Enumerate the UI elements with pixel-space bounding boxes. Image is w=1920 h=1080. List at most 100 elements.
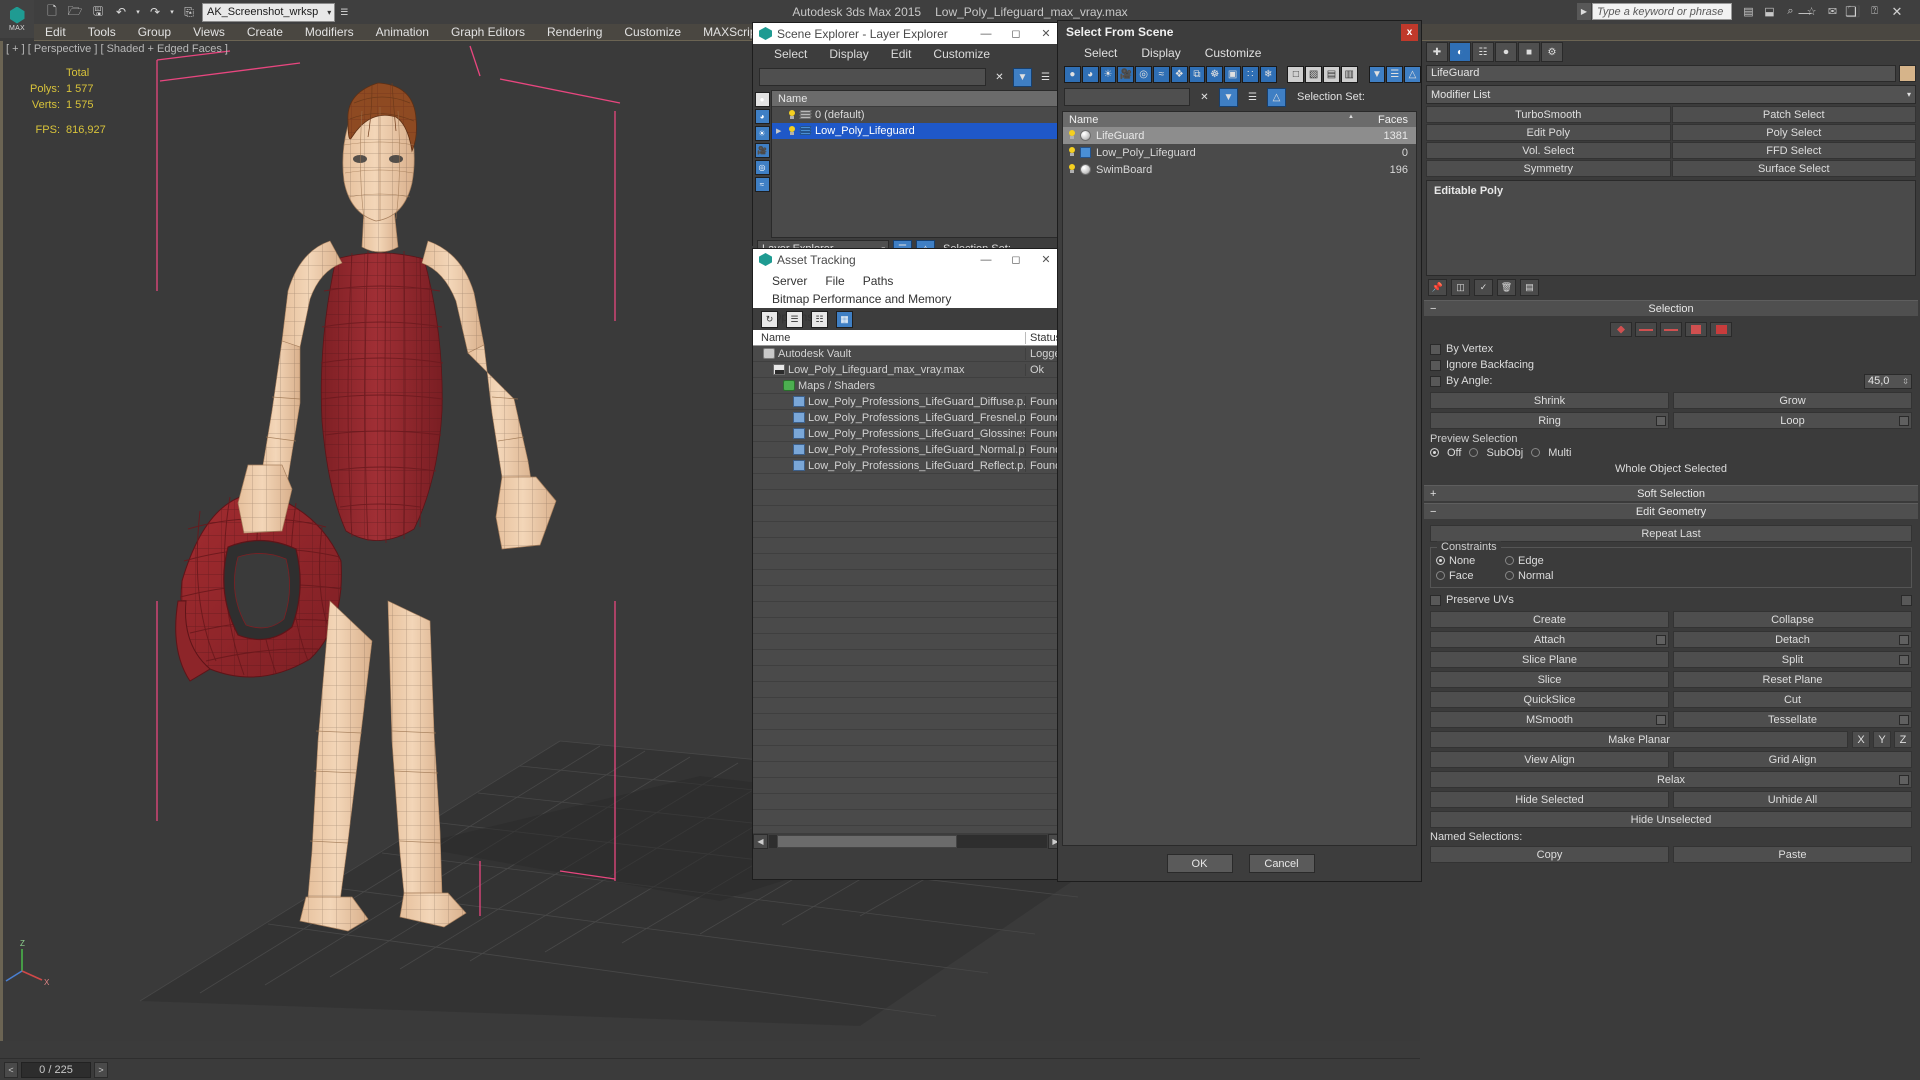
sort-icon[interactable]: ☰: [1243, 88, 1262, 107]
frame-counter-field[interactable]: 0 / 225: [21, 1061, 91, 1078]
msmooth-settings-box[interactable]: [1656, 715, 1666, 725]
object-color-swatch[interactable]: [1899, 64, 1916, 82]
redo-icon[interactable]: ↷: [145, 2, 165, 22]
undo-dropdown-icon[interactable]: ▾: [134, 2, 142, 22]
layer-row[interactable]: 0 (default): [772, 107, 1060, 123]
menu-item-modifiers[interactable]: Modifiers: [294, 24, 365, 41]
edge-icon[interactable]: [1635, 322, 1657, 337]
xrefs-filter-icon[interactable]: ⧉: [1188, 65, 1206, 83]
select-from-scene-close[interactable]: x: [1401, 23, 1418, 41]
shapes-filter-icon[interactable]: ◕: [1081, 65, 1099, 83]
asset-menu-file[interactable]: File: [816, 272, 853, 290]
modifier-button-edit-poly[interactable]: Edit Poly: [1426, 124, 1671, 141]
asset-tracking-window[interactable]: Asset Tracking — ◻ ✕ Server File PathsBitm…: [752, 248, 1062, 880]
ring-spinner-box[interactable]: [1656, 416, 1666, 426]
hierarchy-tab[interactable]: ☷: [1472, 42, 1494, 62]
asset-row[interactable]: Low_Poly_Professions_LifeGuard_Fresnel.p…: [753, 410, 1061, 426]
hidden-filter-icon[interactable]: □: [1287, 65, 1305, 83]
filter-icon[interactable]: ▼: [1219, 87, 1238, 107]
modifier-list-dropdown[interactable]: Modifier List: [1426, 85, 1916, 104]
motion-tab[interactable]: ⏺: [1495, 42, 1517, 62]
max-application-button[interactable]: MAX: [0, 0, 34, 38]
grid-align-button[interactable]: Grid Align: [1673, 751, 1912, 768]
modifier-button-poly-select[interactable]: Poly Select: [1671, 124, 1916, 141]
scene-explorer-menu-edit[interactable]: Edit: [880, 44, 923, 64]
quickslice-button[interactable]: QuickSlice: [1430, 691, 1669, 708]
light-bulb-icon[interactable]: [1067, 130, 1077, 141]
constraint-face-radio[interactable]: [1436, 571, 1445, 580]
helpers-filter-icon[interactable]: ◎: [754, 160, 770, 175]
display-invert-icon[interactable]: ▥: [1340, 65, 1358, 83]
bones-filter-icon[interactable]: ☸: [1206, 65, 1224, 83]
repeat-last-button[interactable]: Repeat Last: [1430, 525, 1912, 542]
create-tab[interactable]: ✚: [1426, 42, 1448, 62]
menu-item-animation[interactable]: Animation: [365, 24, 440, 41]
slice-button[interactable]: Slice: [1430, 671, 1669, 688]
preview-multi-radio[interactable]: [1531, 448, 1541, 457]
groups-filter-icon[interactable]: ❖: [1170, 65, 1188, 83]
subscription-icon[interactable]: ⬓: [1760, 2, 1779, 21]
vertex-icon[interactable]: [1610, 322, 1632, 337]
hide-unselected-button[interactable]: Hide Unselected: [1430, 811, 1912, 828]
copy-button[interactable]: Copy: [1430, 846, 1669, 863]
preserve-uvs-row[interactable]: Preserve UVs: [1430, 592, 1912, 608]
save-file-icon[interactable]: 🖫: [88, 2, 108, 22]
remove-modifier-icon[interactable]: 🗑: [1497, 278, 1516, 296]
by-vertex-checkbox[interactable]: [1430, 343, 1441, 355]
menu-item-tools[interactable]: Tools: [77, 24, 127, 41]
asset-row[interactable]: Low_Poly_Lifeguard_max_vray.max Ok: [753, 362, 1061, 378]
shapes-filter-icon[interactable]: ◕: [754, 109, 770, 124]
edit-geometry-rollout-header[interactable]: − Edit Geometry: [1424, 503, 1918, 519]
select-from-scene-table[interactable]: Name Faces LifeGuard 1381 Low_Poly_Lifegua…: [1062, 111, 1417, 846]
detach-button[interactable]: Detach: [1673, 631, 1912, 648]
sfs-menu-display[interactable]: Display: [1129, 43, 1192, 63]
soft-selection-rollout-header[interactable]: + Soft Selection: [1424, 485, 1918, 501]
grid-view-icon[interactable]: ▦: [836, 310, 853, 328]
preserve-uvs-settings-box[interactable]: [1901, 594, 1912, 606]
undo-icon[interactable]: ↶: [111, 2, 131, 22]
loop-button[interactable]: Loop: [1673, 412, 1912, 429]
view-align-button[interactable]: View Align: [1430, 751, 1669, 768]
scene-explorer-search-input[interactable]: [759, 68, 986, 86]
by-angle-row[interactable]: By Angle: 45,0: [1430, 373, 1912, 389]
menu-item-customize[interactable]: Customize: [613, 24, 692, 41]
selection-rollout-header[interactable]: − Selection: [1424, 300, 1918, 316]
asset-row[interactable]: Low_Poly_Professions_LifeGuard_Normal.p.…: [753, 442, 1061, 458]
frozen-filter-icon[interactable]: ❄: [1259, 65, 1277, 83]
search-input[interactable]: Type a keyword or phrase: [1592, 3, 1732, 20]
create-button[interactable]: Create: [1430, 611, 1669, 628]
asset-menu-paths[interactable]: Paths: [854, 272, 903, 290]
hide-selected-button[interactable]: Hide Selected: [1430, 791, 1669, 808]
scroll-left-arrow[interactable]: ◀: [753, 834, 768, 849]
layers-icon[interactable]: ☰: [1036, 68, 1055, 87]
menu-item-edit[interactable]: Edit: [34, 24, 77, 41]
spacewarps-filter-icon[interactable]: ≈: [754, 177, 770, 192]
display-all-icon[interactable]: ▤: [1323, 65, 1340, 83]
lights-filter-icon[interactable]: ☀: [754, 126, 770, 141]
make-planar-button[interactable]: Make Planar: [1430, 731, 1848, 748]
spacewarps-filter-icon[interactable]: ≈: [1152, 65, 1170, 83]
close-button[interactable]: ✕: [1874, 0, 1920, 24]
sort-icon[interactable]: ☰: [1386, 65, 1404, 83]
menu-item-graph-editors[interactable]: Graph Editors: [440, 24, 536, 41]
relax-settings-box[interactable]: [1899, 775, 1909, 785]
modify-tab[interactable]: ◐: [1449, 42, 1471, 62]
cameras-filter-icon[interactable]: 🎥: [754, 143, 770, 158]
ok-button[interactable]: OK: [1166, 854, 1233, 873]
selection-collapse-icon[interactable]: −: [1430, 303, 1436, 315]
select-from-scene-search-input[interactable]: [1064, 88, 1190, 106]
scene-object-row[interactable]: Low_Poly_Lifeguard 0: [1063, 144, 1416, 161]
asset-tracking-minimize[interactable]: —: [971, 249, 1001, 270]
prev-frame-button[interactable]: <: [4, 1061, 18, 1078]
by-angle-checkbox[interactable]: [1430, 375, 1441, 387]
containers-filter-icon[interactable]: ▣: [1224, 65, 1241, 83]
detach-settings-box[interactable]: [1899, 635, 1909, 645]
relax-button[interactable]: Relax: [1430, 771, 1912, 788]
search-expand-icon[interactable]: ▶: [1577, 3, 1591, 20]
cancel-button[interactable]: Cancel: [1248, 854, 1315, 873]
unhide-all-button[interactable]: Unhide All: [1673, 791, 1912, 808]
planar-x-button[interactable]: X: [1852, 731, 1870, 748]
lights-filter-icon[interactable]: ☀: [1099, 65, 1117, 83]
modifier-stack[interactable]: Editable Poly: [1426, 180, 1916, 276]
new-file-icon[interactable]: 🗋: [42, 2, 62, 22]
